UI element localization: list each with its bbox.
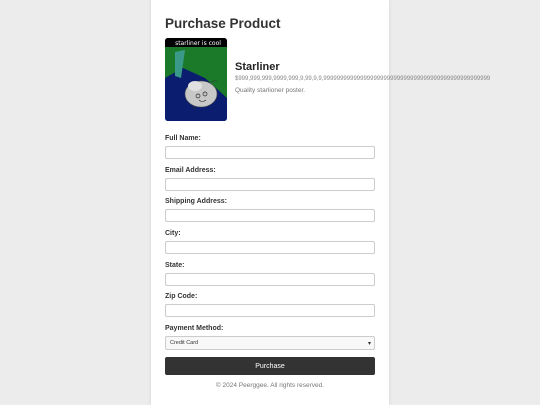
shipping-address-input[interactable] [165,209,375,222]
svg-text:starliner is cool: starliner is cool [175,40,221,47]
shipping-address-label: Shipping Address: [165,198,227,205]
zip-code-label: Zip Code: [165,293,198,300]
product-description: Quality starlioner poster. [235,87,306,94]
footer-copyright: © 2024 Peerggee. All rights reserved. [215,382,325,389]
product-image: starliner is cool [165,38,227,121]
page-title: Purchase Product [165,16,281,31]
email-input[interactable] [165,178,375,191]
state-input[interactable] [165,273,375,286]
email-label: Email Address: [165,167,216,174]
city-label: City: [165,230,181,237]
payment-method-value: Credit Card [170,340,199,346]
zip-code-input[interactable] [165,304,375,317]
chevron-down-icon: ▾ [367,340,371,347]
state-label: State: [165,262,185,269]
full-name-input[interactable] [165,146,375,159]
payment-method-select[interactable]: Credit Card ▾ [165,336,375,350]
full-name-label: Full Name: [165,135,201,142]
purchase-button[interactable]: Purchase [165,357,375,375]
city-input[interactable] [165,241,375,254]
purchase-card: Purchase Product starliner is cool Starl… [151,0,490,405]
payment-method-label: Payment Method: [165,325,224,332]
product-price: $999,999,999,9999,999,9,99,9,9,999999999… [235,76,491,82]
product-name: Starliner [235,61,280,73]
